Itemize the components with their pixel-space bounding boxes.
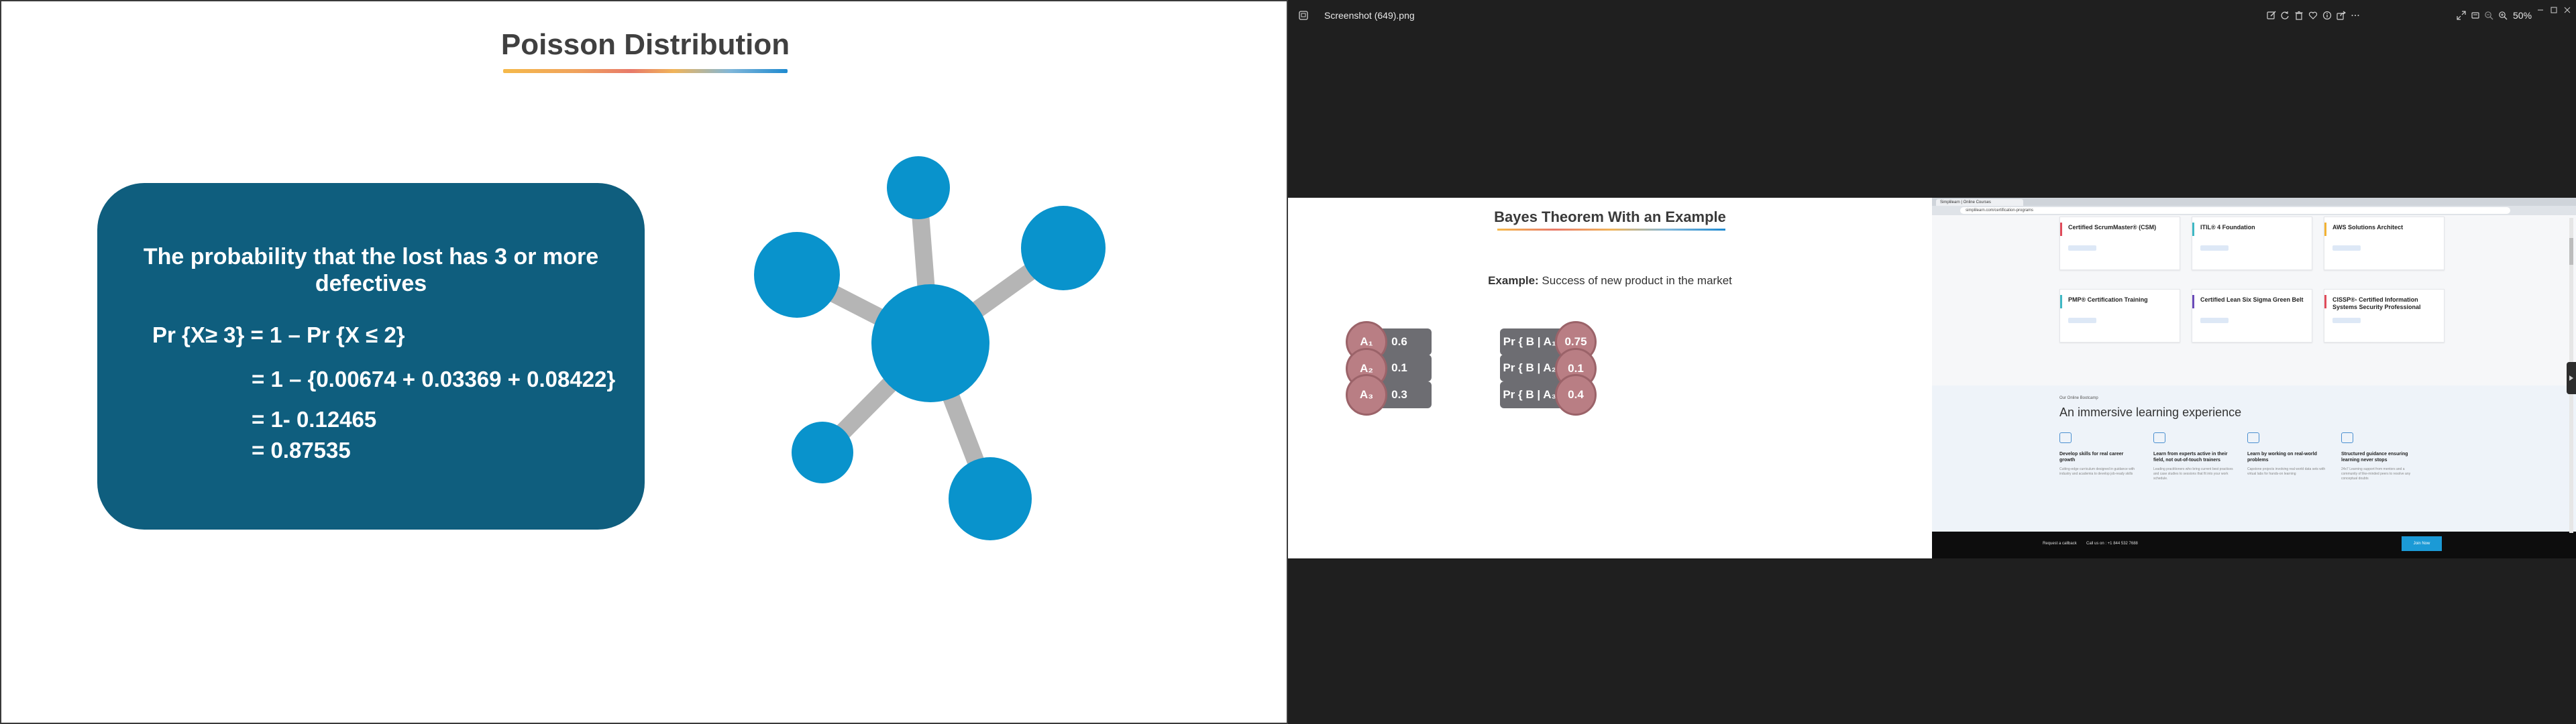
crop-icon[interactable] bbox=[2468, 8, 2483, 23]
feature-item: Learn from experts active in their field… bbox=[2153, 432, 2234, 481]
course-name: AWS Solutions Architect bbox=[2332, 224, 2404, 231]
course-name: ITIL® 4 Foundation bbox=[2200, 224, 2255, 231]
sticky-footer: Request a callback Call us on : +1 844 5… bbox=[1932, 532, 2576, 558]
chevron-right-icon bbox=[2569, 375, 2573, 381]
browser-tab: Simplilearn | Online Courses bbox=[1936, 199, 2023, 206]
zoom-in-icon[interactable] bbox=[2496, 8, 2510, 23]
course-name: PMP® Certification Training bbox=[2068, 296, 2148, 303]
edit-icon[interactable] bbox=[2264, 8, 2279, 23]
course-card: AWS Solutions Architect bbox=[2324, 217, 2445, 270]
fullscreen-icon[interactable] bbox=[2454, 8, 2469, 23]
example-label: Example: bbox=[1488, 274, 1539, 287]
favorite-icon[interactable] bbox=[2306, 8, 2320, 23]
delete-icon[interactable] bbox=[2292, 8, 2306, 23]
feature-desc: Capstone projects involving real world d… bbox=[2247, 467, 2326, 476]
maximize-icon[interactable] bbox=[2546, 3, 2561, 17]
zoom-out-icon[interactable] bbox=[2481, 8, 2496, 23]
minimize-icon[interactable] bbox=[2533, 3, 2548, 17]
displayed-image[interactable]: Bayes Theorem With an Example Example: S… bbox=[1288, 198, 2576, 558]
photos-app-window: Screenshot (649).png 50% Bayes Theorem W… bbox=[1288, 0, 2576, 724]
feature-desc: Cutting-edge curriculum designed in guid… bbox=[2059, 467, 2135, 476]
feature-icon bbox=[2341, 432, 2353, 443]
course-accent bbox=[2192, 223, 2194, 236]
course-card: Certified Lean Six Sigma Green Belt bbox=[2192, 289, 2312, 343]
course-accent bbox=[2324, 223, 2326, 236]
course-card: Certified ScrumMaster® (CSM) bbox=[2059, 217, 2180, 270]
join-button: Join Now bbox=[2402, 536, 2442, 551]
page-scrollbar-thumb bbox=[2569, 238, 2573, 265]
course-tag bbox=[2200, 318, 2229, 323]
example-text: Success of new product in the market bbox=[1538, 274, 1732, 287]
feature-item: Develop skills for real career growth Cu… bbox=[2059, 432, 2140, 477]
bayes-slide: Bayes Theorem With an Example Example: S… bbox=[1288, 198, 1932, 558]
course-tag bbox=[2068, 318, 2096, 323]
feature-title: Learn by working on real-world problems bbox=[2247, 452, 2317, 463]
more-icon[interactable] bbox=[2348, 8, 2363, 23]
browser-tab-strip bbox=[1932, 198, 2576, 206]
close-icon[interactable] bbox=[2560, 3, 2575, 17]
network-node bbox=[754, 232, 840, 318]
prior-label: A₃ bbox=[1346, 374, 1387, 416]
feature-icon bbox=[2247, 432, 2259, 443]
feature-item: Structured guidance ensuring learning ne… bbox=[2341, 432, 2422, 481]
likelihood-value: 0.4 bbox=[1555, 374, 1597, 416]
course-accent bbox=[2192, 295, 2194, 308]
feature-icon bbox=[2153, 432, 2165, 443]
network-node bbox=[792, 422, 853, 483]
course-card: CISSP®- Certified Information Systems Se… bbox=[2324, 289, 2445, 343]
file-name: Screenshot (649).png bbox=[1324, 10, 1415, 21]
callback-link: Request a callback bbox=[2043, 542, 2077, 546]
network-node-center bbox=[871, 284, 989, 402]
feature-desc: Leading practitioners who bring current … bbox=[2153, 467, 2233, 481]
next-image-button[interactable] bbox=[2567, 362, 2576, 394]
course-name: CISSP®- Certified Information Systems Se… bbox=[2332, 296, 2421, 310]
network-node bbox=[1021, 206, 1106, 290]
course-accent bbox=[2324, 295, 2326, 308]
zoom-level[interactable]: 50% bbox=[2513, 10, 2532, 21]
section-title: An immersive learning experience bbox=[2059, 406, 2242, 419]
course-tag bbox=[2200, 245, 2229, 251]
feature-item: Learn by working on real-world problems … bbox=[2247, 432, 2328, 477]
network-node bbox=[949, 457, 1032, 540]
section-subtitle: Our Online Bootcamp bbox=[2059, 396, 2098, 400]
slide-display: Poisson Distribution The probability tha… bbox=[0, 0, 1288, 724]
network-graphic bbox=[754, 156, 1106, 540]
course-accent bbox=[2060, 223, 2062, 236]
feature-title: Structured guidance ensuring learning ne… bbox=[2341, 452, 2408, 463]
feature-desc: 24x7 Learning support from mentors and a… bbox=[2341, 467, 2411, 481]
address-bar: simplilearn.com/certification-programs bbox=[1960, 207, 2510, 214]
info-icon[interactable] bbox=[2320, 8, 2334, 23]
course-tag bbox=[2332, 245, 2361, 251]
bayes-title-underline bbox=[1497, 229, 1725, 231]
course-card: PMP® Certification Training bbox=[2059, 289, 2180, 343]
course-name: Certified Lean Six Sigma Green Belt bbox=[2200, 296, 2304, 303]
feature-title: Develop skills for real career growth bbox=[2059, 452, 2124, 463]
course-accent bbox=[2060, 295, 2062, 308]
call-number: Call us on : +1 844 532 7688 bbox=[2086, 542, 2138, 546]
feature-title: Learn from experts active in their field… bbox=[2153, 452, 2228, 463]
gallery-icon[interactable] bbox=[1296, 8, 1311, 23]
bayes-title: Bayes Theorem With an Example bbox=[1494, 208, 1726, 225]
viewer-toolbar: Screenshot (649).png 50% bbox=[1288, 0, 2576, 31]
course-tag bbox=[2068, 245, 2096, 251]
browser-screenshot: Simplilearn | Online Courses simplilearn… bbox=[1932, 198, 2576, 558]
course-card: ITIL® 4 Foundation bbox=[2192, 217, 2312, 270]
feature-icon bbox=[2059, 432, 2072, 443]
network-node bbox=[887, 156, 950, 219]
course-tag bbox=[2332, 318, 2361, 323]
course-name: Certified ScrumMaster® (CSM) bbox=[2068, 224, 2157, 231]
bayes-example: Example: Success of new product in the m… bbox=[1288, 274, 1932, 288]
share-icon[interactable] bbox=[2334, 8, 2349, 23]
rotate-icon[interactable] bbox=[2277, 8, 2292, 23]
